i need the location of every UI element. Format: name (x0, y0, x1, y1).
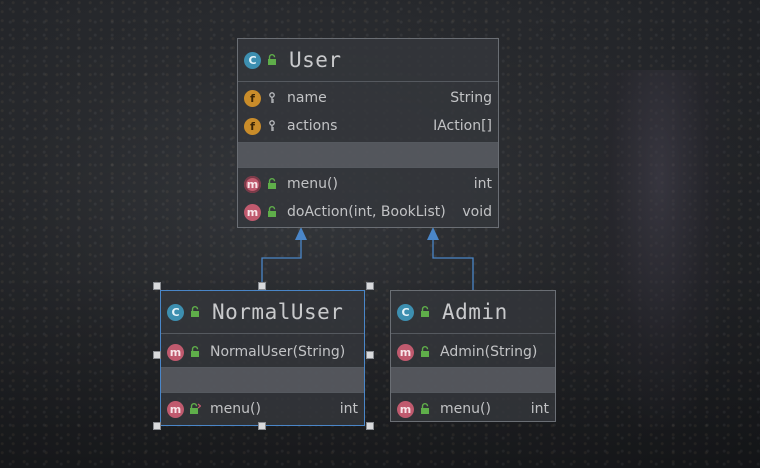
lock-icon (265, 177, 279, 191)
class-header: C NormalUser (161, 291, 364, 334)
resize-handle-se[interactable] (366, 422, 374, 430)
constructor-row[interactable]: m NormalUser(String) (161, 338, 364, 366)
methods-section: m menu() int (391, 393, 555, 423)
background-figure (590, 70, 730, 430)
class-title: User (289, 48, 342, 72)
resize-handle-ne[interactable] (366, 282, 374, 290)
class-icon: C (397, 303, 414, 321)
section-separator (391, 367, 555, 393)
class-node-user[interactable]: C User f name String f actions IAction[]… (237, 38, 499, 228)
fields-section: f name String f actions IAction[] (238, 82, 498, 140)
method-return-type: int (339, 401, 358, 417)
field-row[interactable]: f name String (238, 84, 498, 112)
class-icon: C (244, 51, 261, 69)
methods-section: m menu() int m doAction(int, BookList) v… (238, 168, 498, 226)
class-node-normaluser[interactable]: C NormalUser m NormalUser(String) m menu… (160, 290, 365, 426)
method-row[interactable]: m menu() int (391, 395, 555, 423)
method-name: menu() (440, 401, 491, 417)
constructor-name: NormalUser(String) (210, 344, 346, 360)
lock-icon (418, 402, 432, 416)
method-row[interactable]: m menu() int (238, 170, 498, 198)
field-row[interactable]: f actions IAction[] (238, 112, 498, 140)
method-return-type: int (473, 176, 492, 192)
class-title: Admin (442, 300, 508, 324)
lock-icon (265, 53, 279, 67)
method-icon: m (167, 400, 184, 418)
field-icon: f (244, 89, 261, 107)
constructors-section: m Admin(String) (391, 334, 555, 366)
method-icon: m (397, 400, 414, 418)
resize-handle-w[interactable] (153, 351, 161, 359)
method-return-type: void (462, 204, 492, 220)
field-name: name (287, 90, 327, 106)
methods-section: m menu() int (161, 393, 364, 423)
section-separator (238, 142, 498, 168)
constructor-row[interactable]: m Admin(String) (391, 338, 555, 366)
class-icon: C (167, 303, 184, 321)
field-type: String (450, 90, 492, 106)
method-row[interactable]: m menu() int (161, 395, 364, 423)
resize-handle-nw[interactable] (153, 282, 161, 290)
resize-handle-n[interactable] (258, 282, 266, 290)
method-icon: m (397, 343, 414, 361)
lock-icon (188, 345, 202, 359)
method-name: menu() (210, 401, 261, 417)
lock-icon (188, 305, 202, 319)
abstract-method-icon: m (244, 175, 261, 193)
field-name: actions (287, 118, 338, 134)
class-title: NormalUser (212, 300, 344, 324)
class-node-admin[interactable]: C Admin m Admin(String) m menu() int (390, 290, 556, 422)
class-header: C User (238, 39, 498, 82)
section-separator (161, 367, 364, 393)
class-header: C Admin (391, 291, 555, 334)
key-icon (265, 91, 279, 105)
method-icon: m (244, 203, 261, 221)
resize-handle-sw[interactable] (153, 422, 161, 430)
constructors-section: m NormalUser(String) (161, 334, 364, 366)
method-name: menu() (287, 176, 338, 192)
key-icon (265, 119, 279, 133)
method-icon: m (167, 343, 184, 361)
lock-icon (265, 205, 279, 219)
lock-icon (418, 345, 432, 359)
override-lock-icon (188, 402, 202, 416)
resize-handle-s[interactable] (258, 422, 266, 430)
resize-handle-e[interactable] (366, 351, 374, 359)
method-row[interactable]: m doAction(int, BookList) void (238, 198, 498, 226)
method-return-type: int (530, 401, 549, 417)
lock-icon (418, 305, 432, 319)
method-name: doAction(int, BookList) (287, 204, 446, 220)
field-type: IAction[] (433, 118, 492, 134)
constructor-name: Admin(String) (440, 344, 538, 360)
field-icon: f (244, 117, 261, 135)
